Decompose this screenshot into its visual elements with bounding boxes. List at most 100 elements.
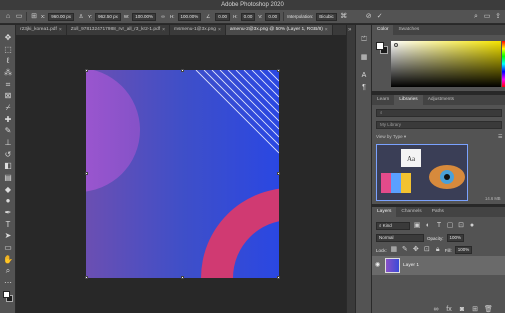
color-picker-cursor[interactable] bbox=[394, 43, 398, 47]
blend-mode-select[interactable]: Normal bbox=[376, 234, 424, 242]
transform-handle[interactable] bbox=[181, 276, 184, 279]
stamp-tool-icon[interactable]: ⊥ bbox=[3, 138, 13, 148]
lock-transparency-icon[interactable]: ▦ bbox=[390, 246, 398, 254]
tab-color[interactable]: Color bbox=[372, 25, 394, 35]
share-icon[interactable]: ⇪ bbox=[494, 13, 502, 21]
zoom-tool-icon[interactable]: ⌕ bbox=[3, 266, 13, 276]
lasso-tool-icon[interactable]: ℓ bbox=[3, 56, 13, 66]
foreground-color-swatch[interactable] bbox=[3, 291, 10, 298]
document-tab-active[interactable]: amenu-2@3x.png @ 50% (Layer 1, RGB/8) × bbox=[225, 25, 333, 35]
list-view-icon[interactable]: ☰ bbox=[498, 134, 502, 140]
height-field[interactable]: 100.00% bbox=[177, 12, 202, 21]
type-tool-icon[interactable]: T bbox=[3, 220, 13, 230]
v-skew-field[interactable]: 0.00 bbox=[265, 12, 281, 21]
document-canvas[interactable] bbox=[86, 70, 279, 278]
delete-layer-icon[interactable]: 🗑︎ bbox=[484, 306, 493, 313]
pen-tool-icon[interactable]: ✒ bbox=[3, 208, 13, 218]
brush-tool-icon[interactable]: ✎ bbox=[3, 126, 13, 136]
foreground-color-chip[interactable] bbox=[376, 42, 384, 50]
history-brush-icon[interactable]: ↺ bbox=[3, 150, 13, 160]
character-panel-icon[interactable]: A bbox=[359, 71, 369, 81]
transform-handle[interactable] bbox=[85, 172, 88, 175]
close-icon[interactable]: × bbox=[325, 25, 328, 35]
library-search[interactable]: ⌕ bbox=[376, 109, 502, 117]
layer-kind-filter[interactable]: ⌕ Kind bbox=[376, 222, 410, 230]
crop-tool-icon[interactable]: ⌗ bbox=[3, 80, 13, 90]
smart-object-filter-icon[interactable]: ⊡ bbox=[457, 222, 465, 230]
hand-tool-icon[interactable]: ✋ bbox=[3, 255, 13, 265]
link-layers-icon[interactable]: ∞ bbox=[432, 306, 440, 313]
home-icon[interactable]: ⌂ bbox=[4, 13, 12, 21]
tab-libraries[interactable]: Libraries bbox=[394, 95, 423, 105]
gradient-tool-icon[interactable]: ▤ bbox=[3, 173, 13, 183]
reference-point-icon[interactable]: ⊞ bbox=[30, 13, 38, 21]
new-layer-icon[interactable]: ⊞ bbox=[471, 306, 479, 313]
lock-artboard-icon[interactable]: ⊡ bbox=[423, 246, 431, 254]
document-tab[interactable]: Zoll_9781324717988_rvr_all_r3_kr2-1.pdf … bbox=[67, 25, 170, 35]
h-skew-field[interactable]: 0.00 bbox=[240, 12, 256, 21]
healing-brush-icon[interactable]: ✚ bbox=[3, 115, 13, 125]
mask-icon[interactable]: ◙ bbox=[458, 306, 466, 313]
blur-tool-icon[interactable]: ◆ bbox=[3, 185, 13, 195]
eraser-tool-icon[interactable]: ◧ bbox=[3, 161, 13, 171]
angle-field[interactable]: 0.00 bbox=[215, 12, 231, 21]
paragraph-panel-icon[interactable]: ¶ bbox=[359, 83, 369, 93]
color-field[interactable] bbox=[391, 41, 501, 87]
library-dropdown[interactable]: My Library bbox=[376, 121, 502, 129]
transform-handle[interactable] bbox=[85, 276, 88, 279]
dodge-tool-icon[interactable]: ● bbox=[3, 196, 13, 206]
filter-toggle-icon[interactable]: ● bbox=[468, 222, 476, 230]
marquee-tool-icon[interactable]: ⬚ bbox=[3, 45, 13, 55]
lock-image-icon[interactable]: ✎ bbox=[401, 246, 409, 254]
library-search-input[interactable]: ⌕ bbox=[376, 109, 502, 117]
lock-position-icon[interactable]: ✥ bbox=[412, 246, 420, 254]
tab-adjustments[interactable]: Adjustments bbox=[423, 95, 459, 105]
eyedropper-icon[interactable]: ⌿ bbox=[3, 103, 13, 113]
tab-learn[interactable]: Learn bbox=[372, 95, 394, 105]
transform-handle[interactable] bbox=[277, 276, 280, 279]
close-icon[interactable]: × bbox=[59, 25, 62, 35]
frame-tool-icon[interactable]: ⊠ bbox=[3, 91, 13, 101]
x-field[interactable]: 960.00 px bbox=[48, 12, 75, 21]
rectangle-tool-icon[interactable]: ▭ bbox=[3, 243, 13, 253]
transform-handle[interactable] bbox=[181, 69, 184, 72]
canvas-area[interactable] bbox=[16, 35, 346, 313]
view-by-type[interactable]: View by Type ▾ bbox=[376, 134, 406, 140]
library-select[interactable]: My Library bbox=[376, 121, 502, 129]
properties-panel-icon[interactable]: ▦ bbox=[359, 53, 369, 63]
tab-layers[interactable]: Layers bbox=[372, 207, 397, 217]
type-filter-icon[interactable]: T bbox=[435, 222, 443, 230]
link-icon[interactable]: ∞ bbox=[159, 13, 167, 21]
delta-icon[interactable]: Δ bbox=[77, 13, 85, 21]
move-tool-icon[interactable]: ✥ bbox=[3, 33, 13, 43]
expand-panels-icon[interactable]: » bbox=[348, 27, 351, 33]
lock-all-icon[interactable]: 🔒︎ bbox=[434, 246, 442, 254]
close-icon[interactable]: × bbox=[162, 25, 165, 35]
document-tab[interactable]: msmenu-1@3x.png × bbox=[170, 25, 226, 35]
width-field[interactable]: 100.00% bbox=[132, 12, 157, 21]
adjustment-filter-icon[interactable]: ◐ bbox=[424, 222, 432, 230]
magic-wand-icon[interactable]: ⁂ bbox=[3, 68, 13, 78]
tab-channels[interactable]: Channels bbox=[396, 207, 426, 217]
path-selection-icon[interactable]: ➤ bbox=[3, 231, 13, 241]
eye-icon[interactable]: ◉ bbox=[375, 261, 380, 268]
transform-handle[interactable] bbox=[277, 69, 280, 72]
history-panel-icon[interactable]: ⏍ bbox=[359, 35, 369, 45]
document-tab[interactable]: r23jki_korea1.pdf × bbox=[16, 25, 67, 35]
fill-field[interactable]: 100% bbox=[454, 246, 473, 254]
cancel-transform-icon[interactable]: ⊘ bbox=[365, 13, 373, 21]
opacity-field[interactable]: 100% bbox=[446, 234, 465, 242]
commit-transform-icon[interactable]: ✓ bbox=[376, 13, 384, 21]
transform-handle[interactable] bbox=[85, 69, 88, 72]
pixel-filter-icon[interactable]: ▣ bbox=[413, 222, 421, 230]
workspace-icon[interactable]: ▭ bbox=[483, 13, 491, 21]
more-tools-icon[interactable]: ⋯ bbox=[3, 278, 13, 288]
tab-paths[interactable]: Paths bbox=[427, 207, 449, 217]
shape-filter-icon[interactable]: ▢ bbox=[446, 222, 454, 230]
search-icon[interactable]: ⌕ bbox=[472, 13, 480, 21]
layer-style-icon[interactable]: fx bbox=[445, 306, 453, 313]
transform-handle[interactable] bbox=[277, 172, 280, 175]
interpolation-select[interactable]: Bicubic bbox=[316, 12, 337, 21]
transform-tool-preset-icon[interactable]: ▭ bbox=[15, 13, 23, 21]
library-thumbnail[interactable]: Aa bbox=[376, 144, 468, 201]
